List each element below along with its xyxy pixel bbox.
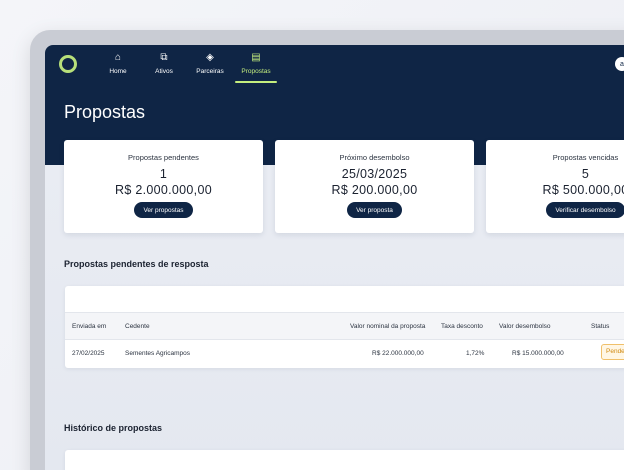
card-count: 5: [581, 167, 590, 181]
summary-card-pendentes: Propostas pendentes 1 R$ 2.000.000,00 Ve…: [64, 140, 263, 233]
card-amount: R$ 200.000,00: [331, 183, 418, 197]
cell-taxa: 1,72%: [466, 350, 485, 357]
summary-card-desembolso: Próximo desembolso 25/03/2025 R$ 200.000…: [275, 140, 474, 233]
document-icon: ▤: [251, 52, 261, 63]
card-title: Próximo desembolso: [339, 153, 410, 162]
card-date: 25/03/2025: [341, 167, 408, 181]
verificar-desembolso-button[interactable]: Verificar desembolso: [546, 202, 624, 218]
card-title: Propostas vencidas: [552, 153, 619, 162]
table-header: Enviada em Cedente Valor nominal da prop…: [65, 312, 624, 340]
nav-item-label: Propostas: [241, 68, 271, 75]
nav-item-parceiras[interactable]: ◈ Parceiras: [187, 51, 233, 83]
column-header-cedente[interactable]: Cedente: [125, 323, 150, 330]
pending-table: Enviada em Cedente Valor nominal da prop…: [65, 286, 624, 368]
cell-cedente: Sementes Agricampos: [125, 350, 191, 357]
nav-item-propostas[interactable]: ▤ Propostas: [233, 51, 279, 83]
card-amount: R$ 2.000.000,00: [115, 183, 212, 197]
handshake-icon: ◈: [206, 52, 214, 63]
column-header-enviada[interactable]: Enviada em: [72, 323, 106, 330]
column-header-status[interactable]: Status: [591, 323, 609, 330]
card-count: 1: [159, 167, 168, 181]
layers-icon: ⧉: [160, 52, 168, 63]
section-title-pendentes: Propostas pendentes de resposta: [64, 259, 209, 269]
nav-item-ativos[interactable]: ⧉ Ativos: [141, 51, 187, 83]
avatar[interactable]: a: [615, 57, 624, 71]
section-title-historico: Histórico de propostas: [64, 423, 163, 433]
status-badge: Pendente: [601, 344, 624, 360]
card-title: Propostas pendentes: [128, 153, 199, 162]
nav-item-label: Ativos: [155, 68, 173, 75]
nav-item-label: Parceiras: [196, 68, 224, 75]
top-nav: ⌂ Home ⧉ Ativos ◈ Parceiras ▤ Propostas: [95, 51, 279, 83]
logo-icon[interactable]: [59, 55, 77, 73]
card-amount: R$ 500.000,00: [542, 183, 624, 197]
ver-proposta-button[interactable]: Ver proposta: [347, 202, 402, 218]
cell-enviada: 27/02/2025: [72, 350, 105, 357]
column-header-taxa[interactable]: Taxa desconto: [441, 323, 483, 330]
app-screen: ⌂ Home ⧉ Ativos ◈ Parceiras ▤ Propostas …: [45, 45, 624, 470]
ver-propostas-button[interactable]: Ver propostas: [134, 202, 193, 218]
page-title: Propostas: [64, 102, 146, 122]
house-icon: ⌂: [114, 52, 122, 63]
nav-item-label: Home: [109, 68, 127, 75]
cell-valor-desembolso: R$ 15.000.000,00: [512, 350, 564, 357]
summary-card-vencidas: Propostas vencidas 5 R$ 500.000,00 Verif…: [486, 140, 624, 233]
history-table: [65, 450, 624, 470]
column-header-valor-nominal[interactable]: Valor nominal da proposta: [350, 323, 425, 330]
nav-item-home[interactable]: ⌂ Home: [95, 51, 141, 83]
cell-valor-nominal: R$ 22.000.000,00: [372, 350, 424, 357]
column-header-valor-desembolso[interactable]: Valor desembolso: [499, 323, 551, 330]
